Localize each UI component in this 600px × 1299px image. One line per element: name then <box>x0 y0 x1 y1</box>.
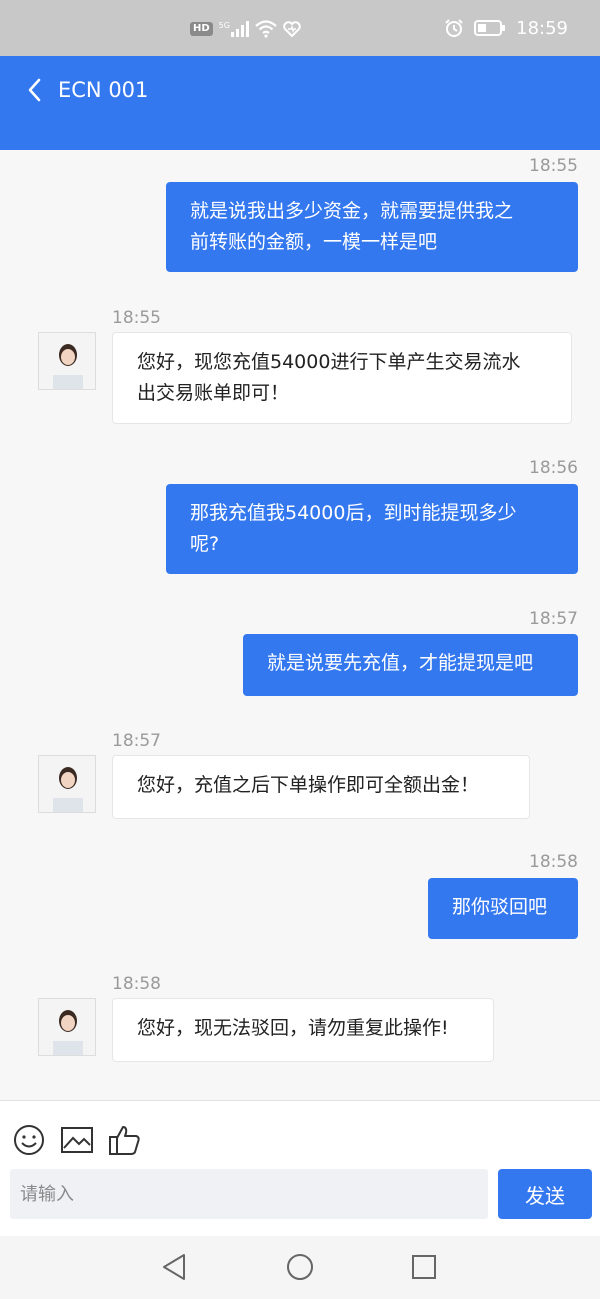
message-timestamp: 18:57 <box>529 609 578 629</box>
circle-home-icon <box>287 1254 313 1280</box>
message-line: 您好，现无法驳回，请勿重复此操作! <box>137 1017 449 1039</box>
avatar[interactable] <box>38 755 96 813</box>
system-nav-bar <box>0 1236 600 1299</box>
page-title: ECN 001 <box>58 78 149 102</box>
message-timestamp: 18:55 <box>529 156 578 176</box>
message-line: 您好，充值之后下单操作即可全额出金！ <box>137 774 480 796</box>
input-area: 发送 <box>0 1100 600 1236</box>
message-bubble-outgoing[interactable]: 那你驳回吧 <box>428 878 578 939</box>
message-bubble-incoming[interactable]: 您好，现无法驳回，请勿重复此操作! <box>112 998 494 1062</box>
message-bubble-incoming[interactable]: 您好，现您充值54000进行下单产生交易流水 出交易账单即可！ <box>112 332 572 424</box>
message-timestamp: 18:55 <box>112 308 161 328</box>
message-timestamp: 18:57 <box>112 731 161 751</box>
wifi-icon <box>255 20 277 38</box>
avatar[interactable] <box>38 998 96 1056</box>
heart-icon <box>283 21 301 37</box>
message-line: 出交易账单即可！ <box>137 382 290 404</box>
agent-avatar-icon <box>39 999 95 1055</box>
nav-header: ECN 001 <box>0 56 600 150</box>
message-line: 那你驳回吧 <box>452 896 548 918</box>
battery-icon <box>474 20 506 36</box>
message-bubble-outgoing[interactable]: 那我充值我54000后，到时能提现多少 呢? <box>166 484 578 574</box>
avatar[interactable] <box>38 332 96 390</box>
signal-icon: 5G <box>219 21 249 37</box>
message-input[interactable] <box>10 1169 488 1219</box>
status-bar: HD 5G 18:59 <box>0 0 600 56</box>
message-line: 呢? <box>190 533 220 555</box>
message-bubble-outgoing[interactable]: 就是说我出多少资金，就需要提供我之 前转账的金额，一模一样是吧 <box>166 182 578 272</box>
nav-recents-button[interactable] <box>407 1250 441 1284</box>
hd-badge: HD <box>190 22 213 36</box>
message-timestamp: 18:58 <box>529 852 578 872</box>
triangle-back-icon <box>163 1254 185 1280</box>
message-line: 那我充值我54000后，到时能提现多少 <box>190 502 517 524</box>
message-line: 就是说我出多少资金，就需要提供我之 <box>190 200 514 222</box>
message-line: 前转账的金额，一模一样是吧 <box>190 231 438 253</box>
thumbs-up-icon <box>109 1126 140 1155</box>
emoji-icon <box>14 1125 44 1155</box>
message-bubble-outgoing[interactable]: 就是说要先充值，才能提现是吧 <box>243 634 578 696</box>
chat-area[interactable]: 18:55 就是说我出多少资金，就需要提供我之 前转账的金额，一模一样是吧 18… <box>0 150 600 1100</box>
message-timestamp: 18:56 <box>529 458 578 478</box>
nav-back-button[interactable] <box>158 1250 192 1284</box>
image-icon <box>61 1127 93 1153</box>
message-line: 您好，现您充值54000进行下单产生交易流水 <box>137 351 521 373</box>
emoji-button[interactable] <box>12 1123 46 1157</box>
status-time: 18:59 <box>516 17 568 39</box>
nav-home-button[interactable] <box>283 1250 317 1284</box>
network-type: 5G <box>218 21 230 30</box>
alarm-icon <box>445 19 463 37</box>
image-button[interactable] <box>60 1123 94 1157</box>
message-timestamp: 18:58 <box>112 974 161 994</box>
square-recents-icon <box>412 1255 436 1279</box>
message-line: 就是说要先充值，才能提现是吧 <box>267 652 534 674</box>
like-button[interactable] <box>108 1123 142 1157</box>
agent-avatar-icon <box>39 756 95 812</box>
status-right: 18:59 <box>444 16 568 40</box>
agent-avatar-icon <box>39 333 95 389</box>
back-button[interactable] <box>18 74 50 106</box>
chevron-left-icon <box>28 78 41 102</box>
message-bubble-incoming[interactable]: 您好，充值之后下单操作即可全额出金！ <box>112 755 530 819</box>
send-button[interactable]: 发送 <box>498 1169 592 1219</box>
status-indicators: HD 5G <box>190 18 301 40</box>
